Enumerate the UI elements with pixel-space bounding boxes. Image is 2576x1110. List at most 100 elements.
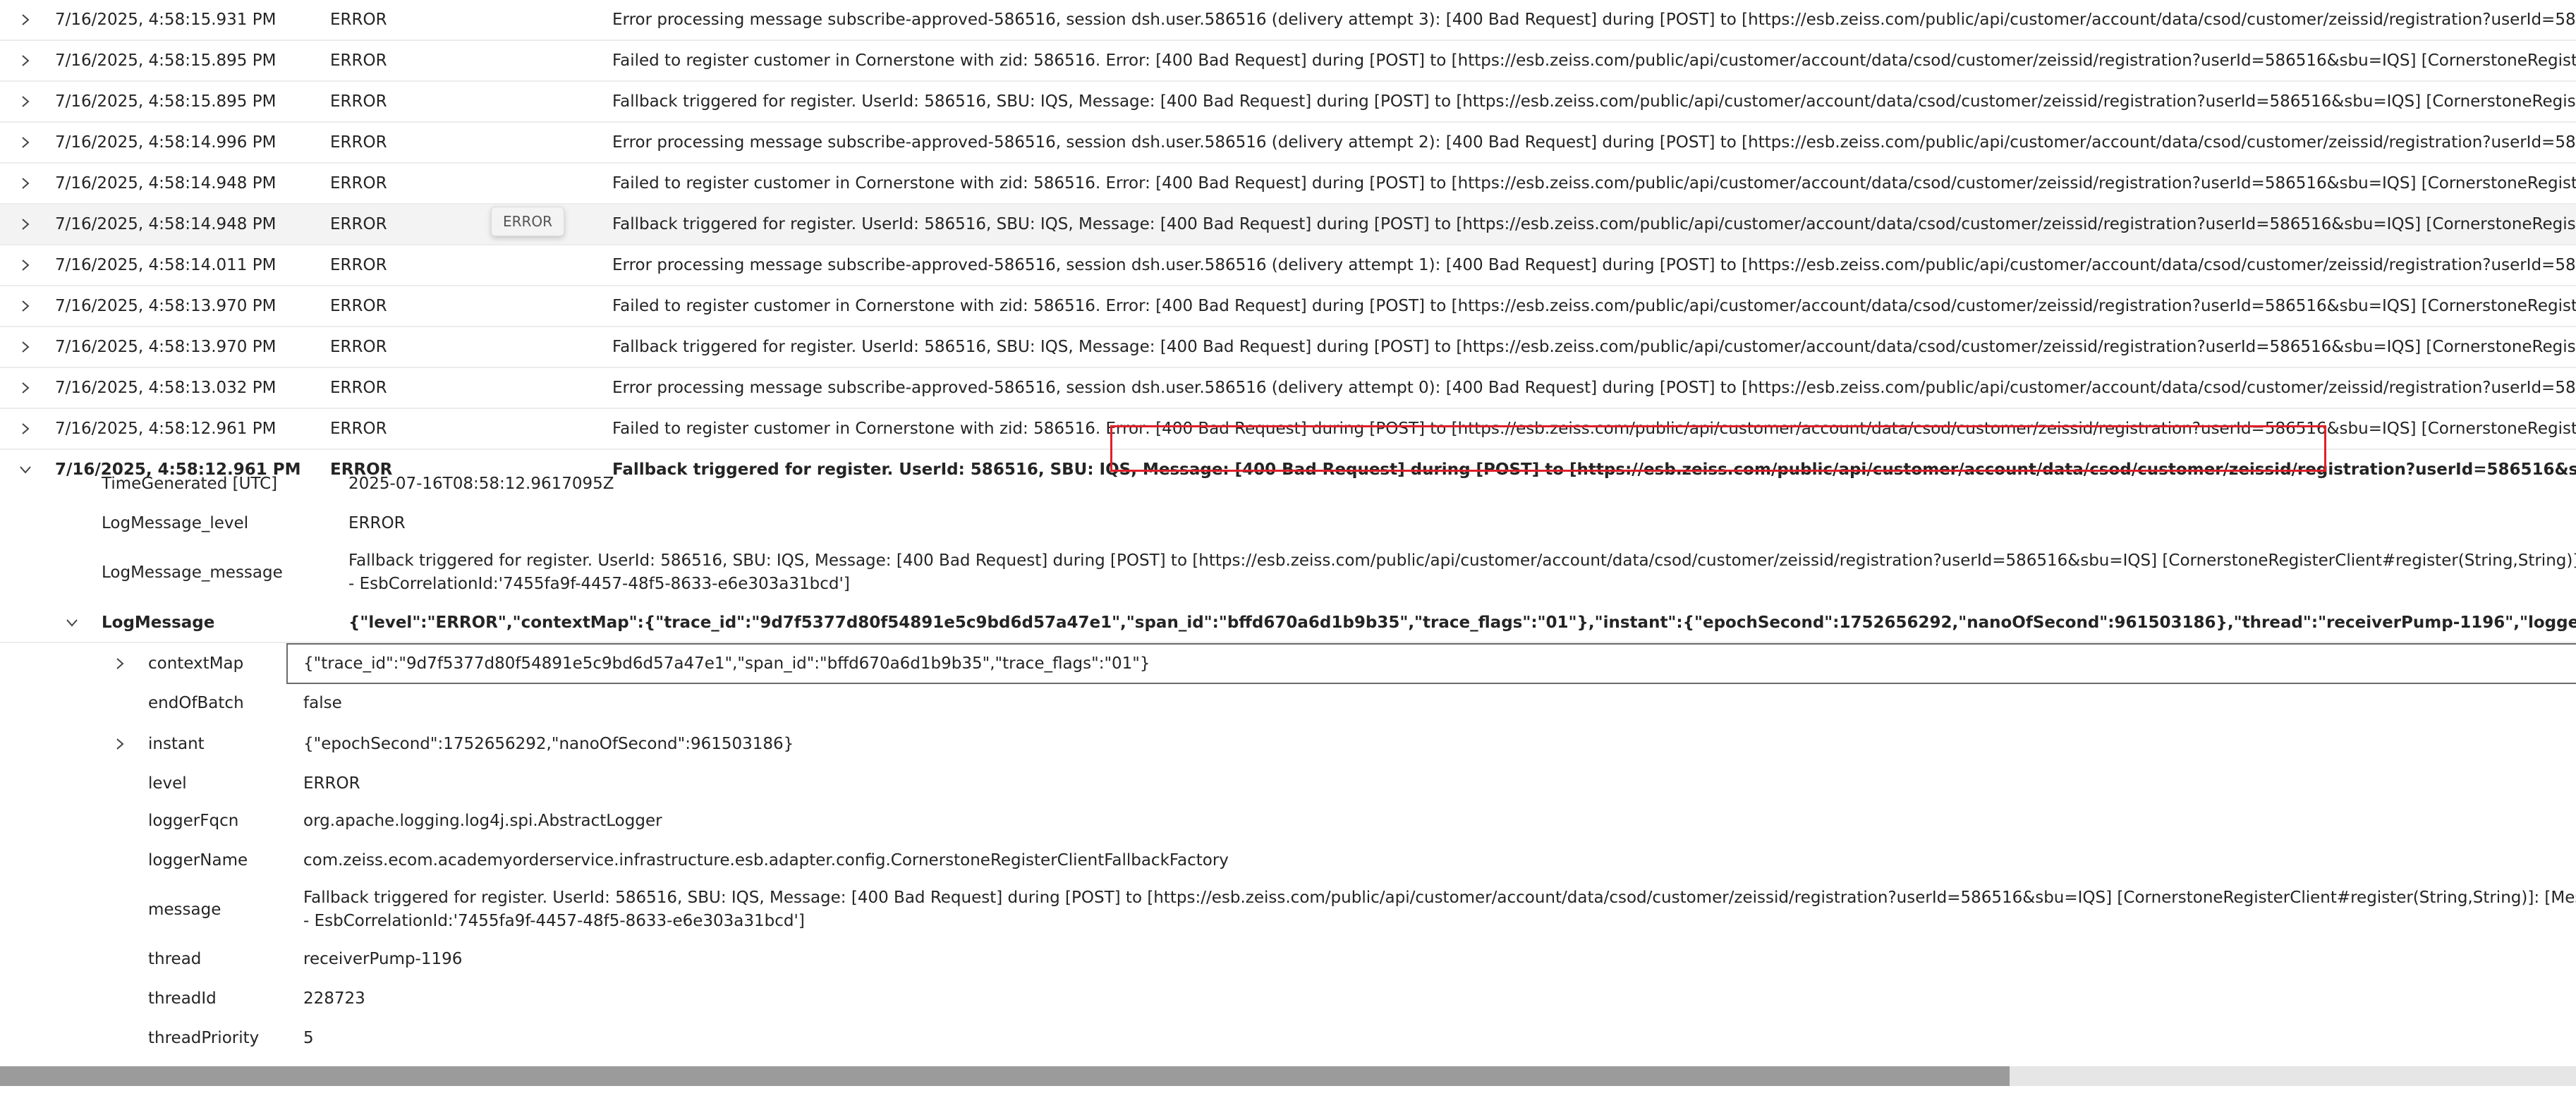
log-row[interactable]: 7/16/2025, 4:58:14.996 PM ERROR Error pr… [0,123,2576,164]
level-cell: ERROR [330,338,387,356]
field-value[interactable]: 228723 [303,979,2576,1018]
timestamp-cell: 7/16/2025, 4:58:15.895 PM [55,92,277,111]
field-value[interactable]: ERROR [303,766,2576,801]
field-row-message: message Fallback triggered for register.… [0,880,2576,939]
scrollbar-thumb[interactable] [0,1066,2010,1086]
field-value[interactable]: 5 [303,1018,2576,1058]
level-cell: ERROR [330,256,387,274]
detail-key: LogMessage [102,614,215,632]
log-row[interactable]: 7/16/2025, 4:58:13.970 PM ERROR Failed t… [0,286,2576,327]
chevron-right-icon[interactable] [18,258,32,272]
field-row-contextmap[interactable]: contextMap {"trace_id":"9d7f5377d80f5489… [0,643,2576,684]
chevron-right-icon[interactable] [113,737,127,751]
field-value-line: Fallback triggered for register. UserId:… [303,889,2576,907]
log-row[interactable]: 7/16/2025, 4:58:14.948 PM ERROR Failed t… [0,164,2576,205]
field-key: endOfBatch [148,694,244,712]
expanded-row-details: TimeGenerated [UTC] 2025-07-16T08:58:12.… [0,464,2576,1058]
field-value[interactable]: receiverPump-1196 [303,939,2576,979]
chevron-right-icon[interactable] [18,13,32,27]
detail-value[interactable]: {"level":"ERROR","contextMap":{"trace_id… [348,602,2576,643]
field-value-text: Fallback triggered for register. UserId:… [303,886,2576,933]
field-row-level: level ERROR [0,766,2576,801]
chevron-right-icon[interactable] [18,217,32,231]
detail-value-text: Fallback triggered for register. UserId:… [348,549,2576,596]
level-tooltip: ERROR [491,207,564,236]
level-cell: ERROR [330,379,387,397]
detail-row-level: LogMessage_level ERROR [0,504,2576,543]
message-cell: Error processing message subscribe-appro… [612,256,2576,274]
message-cell: Error processing message subscribe-appro… [612,11,2576,29]
level-cell: ERROR [330,174,387,193]
timestamp-cell: 7/16/2025, 4:58:14.948 PM [55,174,277,193]
field-row-instant[interactable]: instant {"epochSecond":1752656292,"nanoO… [0,722,2576,766]
detail-key: TimeGenerated [UTC] [102,475,278,493]
log-row[interactable]: 7/16/2025, 4:58:15.895 PM ERROR Fallback… [0,82,2576,123]
field-row-loggerfqcn: loggerFqcn org.apache.logging.log4j.spi.… [0,801,2576,841]
chevron-right-icon[interactable] [18,54,32,68]
message-cell: Fallback triggered for register. UserId:… [612,215,2576,233]
chevron-right-icon[interactable] [18,422,32,436]
field-key: contextMap [148,654,244,673]
chevron-right-icon[interactable] [18,340,32,354]
level-cell: ERROR [330,133,387,152]
log-row[interactable]: 7/16/2025, 4:58:13.032 PM ERROR Error pr… [0,368,2576,409]
field-value-line: - EsbCorrelationId:'7455fa9f-4457-48f5-8… [303,912,805,930]
chevron-right-icon[interactable] [18,381,32,395]
chevron-right-icon[interactable] [18,299,32,313]
field-value[interactable]: com.zeiss.ecom.academyorderservice.infra… [303,841,2576,880]
chevron-right-icon[interactable] [18,135,32,150]
message-cell: Fallback triggered for register. UserId:… [612,92,2576,111]
message-cell: Error processing message subscribe-appro… [612,379,2576,397]
field-value[interactable]: Fallback triggered for register. UserId:… [303,880,2576,939]
timestamp-cell: 7/16/2025, 4:58:15.931 PM [55,11,277,29]
log-row[interactable]: 7/16/2025, 4:58:14.011 PM ERROR Error pr… [0,245,2576,286]
detail-row-timegenerated: TimeGenerated [UTC] 2025-07-16T08:58:12.… [0,464,2576,504]
field-key: thread [148,950,202,968]
log-row[interactable]: 7/16/2025, 4:58:14.948 PM ERROR Fallback… [0,205,2576,245]
field-value[interactable]: {"epochSecond":1752656292,"nanoOfSecond"… [303,722,2576,766]
detail-key: LogMessage_level [102,514,249,532]
field-row-endofbatch: endOfBatch false [0,684,2576,722]
level-cell: ERROR [330,297,387,315]
message-cell: Failed to register customer in Cornersto… [612,51,2576,70]
field-row-threadpriority: threadPriority 5 [0,1018,2576,1058]
field-value[interactable]: false [303,684,2576,722]
timestamp-cell: 7/16/2025, 4:58:13.032 PM [55,379,277,397]
detail-value[interactable]: Fallback triggered for register. UserId:… [348,543,2576,602]
detail-value-line: - EsbCorrelationId:'7455fa9f-4457-48f5-8… [348,575,850,593]
chevron-right-icon[interactable] [18,176,32,190]
field-key: instant [148,735,205,753]
log-row[interactable]: 7/16/2025, 4:58:15.931 PM ERROR Error pr… [0,0,2576,41]
level-cell: ERROR [330,215,387,233]
timestamp-cell: 7/16/2025, 4:58:14.011 PM [55,256,277,274]
detail-row-logmessage[interactable]: LogMessage {"level":"ERROR","contextMap"… [0,602,2576,643]
timestamp-cell: 7/16/2025, 4:58:12.961 PM [55,420,277,438]
chevron-down-icon[interactable] [65,616,79,630]
detail-value[interactable]: 2025-07-16T08:58:12.9617095Z [348,464,2576,504]
message-cell: Fallback triggered for register. UserId:… [612,338,2576,356]
chevron-right-icon[interactable] [113,657,127,671]
level-cell: ERROR [330,420,387,438]
level-cell: ERROR [330,51,387,70]
field-key: loggerName [148,851,248,870]
chevron-right-icon[interactable] [18,94,32,109]
detail-key: LogMessage_message [102,563,283,582]
log-row[interactable]: 7/16/2025, 4:58:13.970 PM ERROR Fallback… [0,327,2576,368]
message-cell: Error processing message subscribe-appro… [612,133,2576,152]
field-value[interactable]: org.apache.logging.log4j.spi.AbstractLog… [303,801,2576,841]
field-row-loggername: loggerName com.zeiss.ecom.academyorderse… [0,841,2576,880]
field-value[interactable]: {"trace_id":"9d7f5377d80f54891e5c9bd6d57… [303,643,2576,684]
log-results-list: 7/16/2025, 4:58:15.931 PM ERROR Error pr… [0,0,2576,489]
timestamp-cell: 7/16/2025, 4:58:15.895 PM [55,51,277,70]
message-cell: Failed to register customer in Cornersto… [612,297,2576,315]
detail-value-line: Fallback triggered for register. UserId:… [348,551,2576,570]
field-key: level [148,774,187,793]
horizontal-scrollbar[interactable] [0,1066,2576,1086]
field-row-thread: thread receiverPump-1196 [0,939,2576,979]
level-cell: ERROR [330,92,387,111]
timestamp-cell: 7/16/2025, 4:58:13.970 PM [55,297,277,315]
field-key: message [148,901,221,919]
log-row[interactable]: 7/16/2025, 4:58:15.895 PM ERROR Failed t… [0,41,2576,82]
detail-value[interactable]: ERROR [348,504,2576,543]
field-key: threadPriority [148,1029,260,1047]
